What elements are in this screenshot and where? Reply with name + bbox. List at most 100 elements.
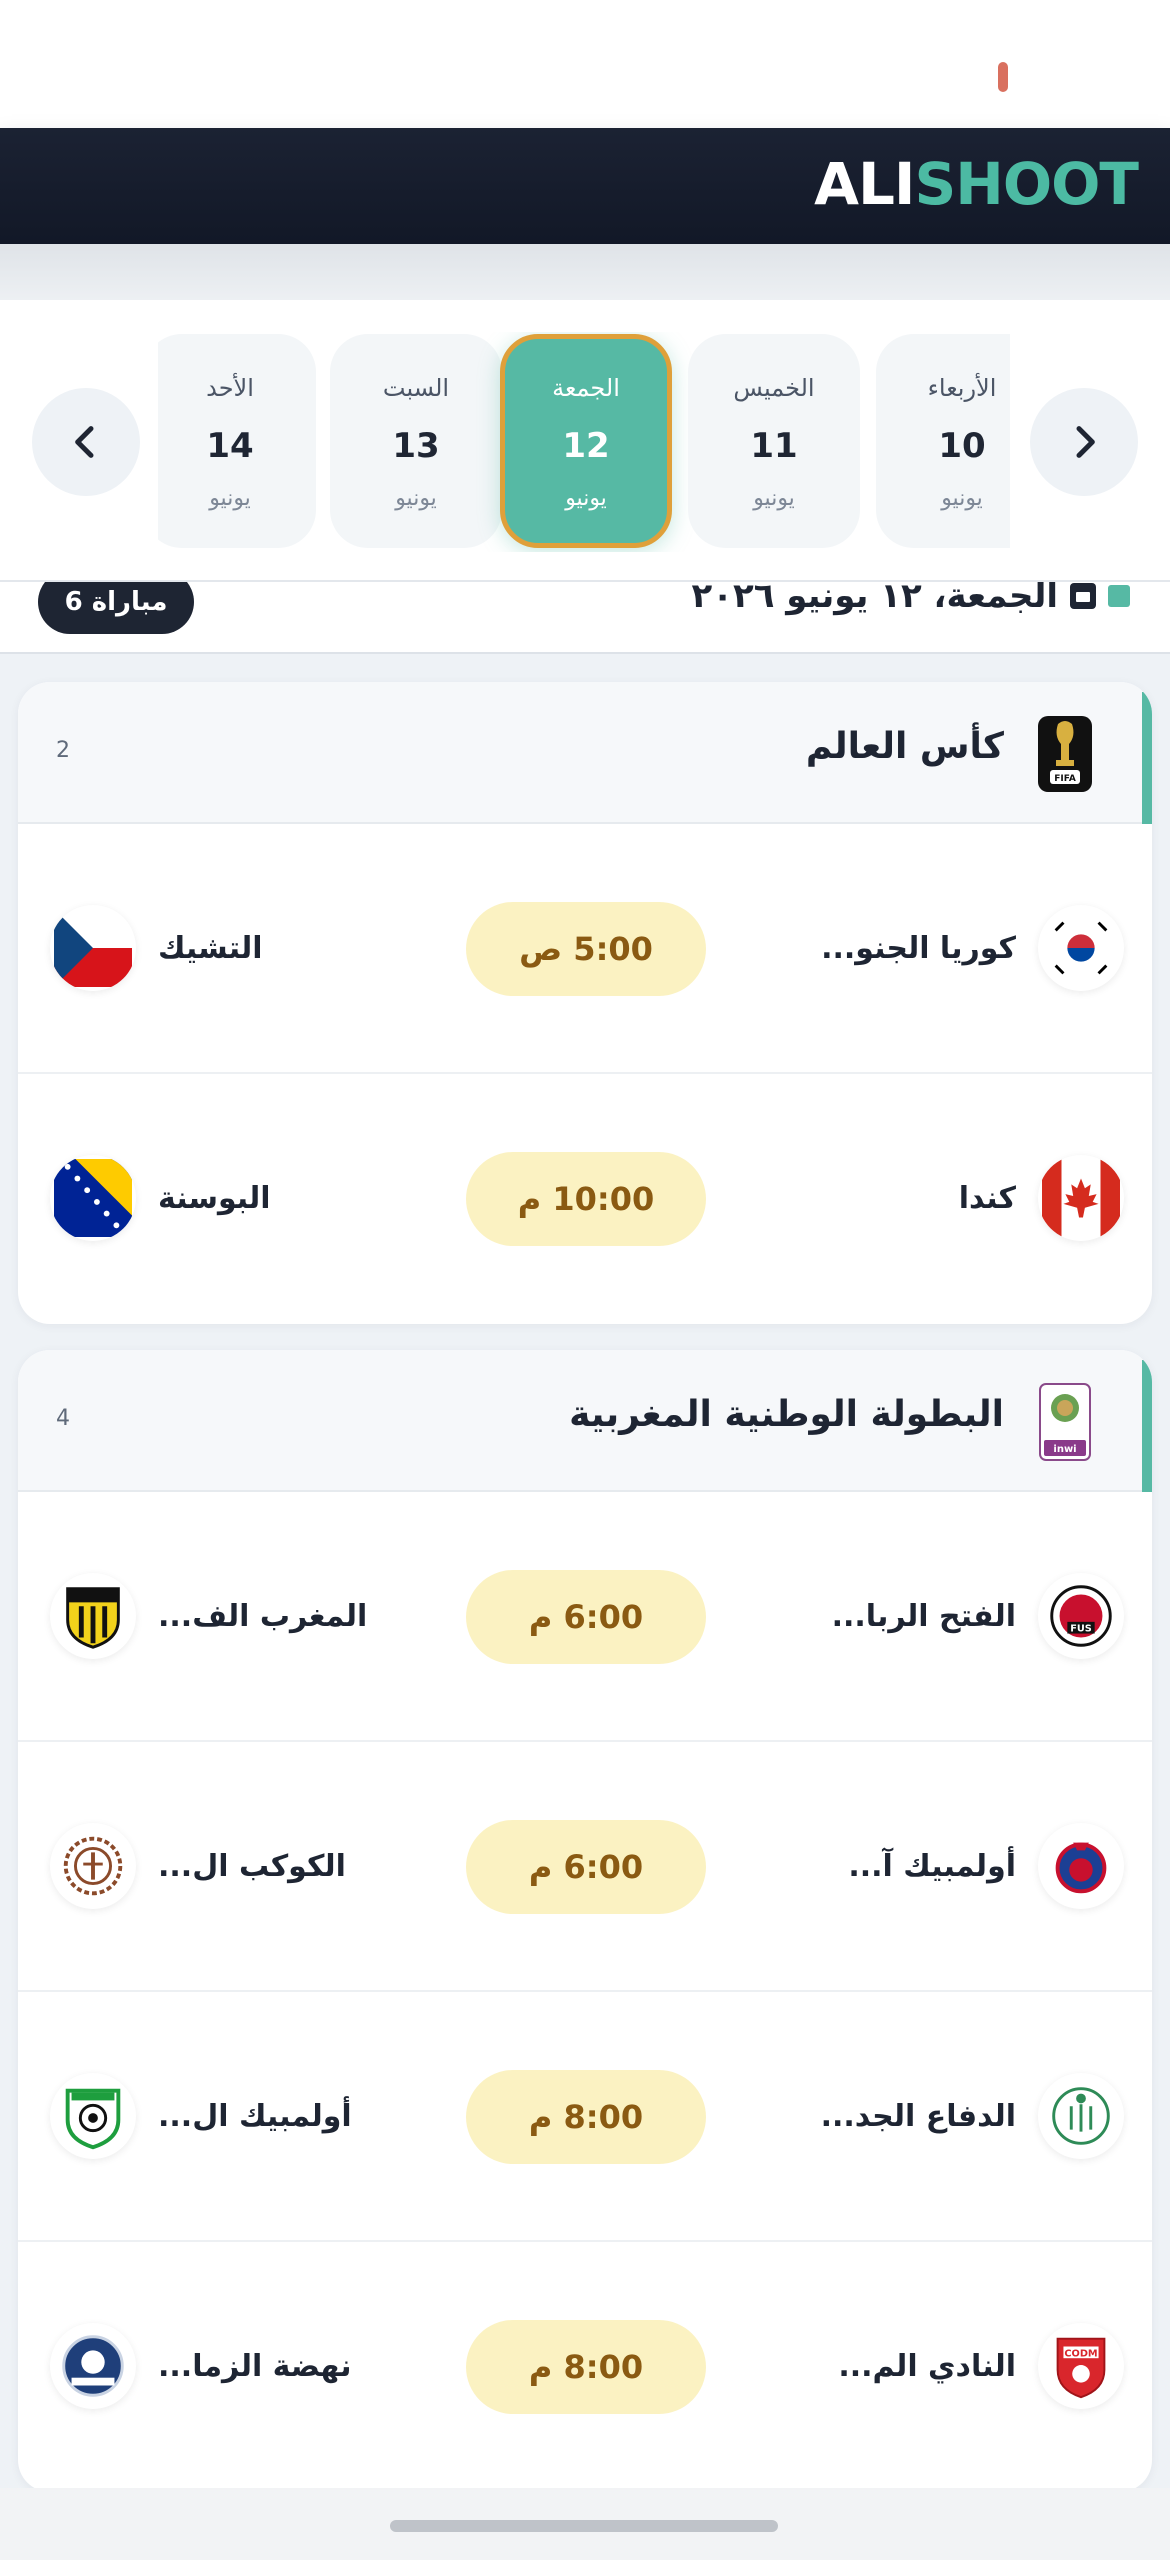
match-row[interactable]: الدفاع الجد... 8:00 م أولمبيك ال... (18, 1992, 1152, 2242)
day-sunday[interactable]: الأحد 14 يونيو (158, 334, 316, 548)
brand-logo[interactable]: ALISHOOT (814, 150, 1139, 218)
day-saturday[interactable]: السبت 13 يونيو (330, 334, 502, 548)
league-name: كأس العالم (805, 726, 1004, 767)
match-row[interactable]: أولمبيك آ... 6:00 م الكوكب ال... (18, 1742, 1152, 1992)
away-team: أولمبيك ال... (50, 2073, 352, 2159)
day-name: الجمعة (552, 374, 620, 402)
league-match-count: 4 (56, 1406, 70, 1431)
date-selector: الأحد 14 يونيو السبت 13 يونيو الجمعة 12 … (0, 300, 1170, 582)
away-team-name: أولمبيك ال... (158, 2098, 352, 2134)
maghreb-fes-crest-icon (50, 1573, 136, 1659)
match-time: 8:00 م (466, 2320, 706, 2414)
home-team: FUS الفتح الربا... (832, 1573, 1124, 1659)
away-team-name: نهضة الزما... (158, 2348, 352, 2384)
home-team-name: الدفاع الجد... (820, 2098, 1016, 2134)
match-row[interactable]: كندا 10:00 م البوسنة (18, 1074, 1152, 1324)
day-list: الأحد 14 يونيو السبت 13 يونيو الجمعة 12 … (158, 332, 1010, 552)
svg-text:FIFA: FIFA (1054, 774, 1076, 784)
day-month: يونيو (753, 486, 795, 511)
away-team: البوسنة (50, 1155, 271, 1241)
olympic-safi-crest-icon (1038, 1823, 1124, 1909)
codm-crest-icon: CODM (1038, 2323, 1124, 2409)
home-team: CODM النادي الم... (838, 2323, 1124, 2409)
home-team-name: كندا (958, 1180, 1016, 1216)
selected-date-label: الجمعة، ١٢ يونيو ٢٠٢٦ (691, 582, 1130, 616)
league-header[interactable]: inwi البطولة الوطنية المغربية 4 (18, 1350, 1152, 1492)
match-time: 6:00 م (466, 1820, 706, 1914)
day-month: يونيو (941, 486, 983, 511)
league-header[interactable]: FIFA كأس العالم 2 (18, 682, 1152, 824)
day-wednesday[interactable]: الأربعاء 10 يونيو (876, 334, 1010, 548)
home-team: أولمبيك آ... (848, 1823, 1124, 1909)
brand-part-ali: ALI (814, 150, 915, 218)
home-team-name: أولمبيك آ... (848, 1848, 1016, 1884)
svg-text:CODM: CODM (1064, 2348, 1097, 2359)
away-team-name: التشيك (158, 930, 263, 966)
away-team-name: البوسنة (158, 1180, 271, 1216)
app-header: ALISHOOT (0, 128, 1170, 244)
league-name: البطولة الوطنية المغربية (569, 1394, 1004, 1435)
day-name: السبت (382, 374, 450, 402)
match-time: 5:00 ص (466, 902, 706, 996)
home-team: كندا (959, 1155, 1124, 1241)
day-number: 14 (206, 426, 254, 466)
zemamra-crest-icon (50, 2323, 136, 2409)
status-area (0, 0, 1170, 128)
selected-date-text: الجمعة، ١٢ يونيو ٢٠٢٦ (691, 582, 1058, 616)
day-name: الخميس (733, 374, 815, 402)
svg-text:inwi: inwi (1053, 1444, 1076, 1455)
match-row[interactable]: CODM النادي الم... 8:00 م نهضة الزما... (18, 2242, 1152, 2492)
league-card-botola: inwi البطولة الوطنية المغربية 4 FUS الفت… (18, 1350, 1152, 2492)
brand-part-shoot: SHOOT (914, 150, 1139, 218)
home-team-name: النادي الم... (838, 2348, 1016, 2384)
home-team-name: كوريا الجنو... (821, 930, 1016, 966)
date-summary: الجمعة، ١٢ يونيو ٢٠٢٦ 6 مباراة (0, 582, 1170, 654)
match-row[interactable]: FUS الفتح الربا... 6:00 م المغرب الف... (18, 1492, 1152, 1742)
day-name: الأربعاء (927, 374, 997, 402)
match-count-badge: 6 مباراة (38, 582, 194, 634)
bosnia-flag-icon (50, 1155, 136, 1241)
away-team-name: الكوكب ال... (158, 1848, 346, 1884)
match-time: 8:00 م (466, 2070, 706, 2164)
fus-crest-icon: FUS (1038, 1573, 1124, 1659)
calendar-icon (1070, 583, 1096, 609)
status-indicator (998, 62, 1008, 92)
south-korea-flag-icon (1038, 905, 1124, 991)
next-dates-button[interactable] (1030, 388, 1138, 496)
home-indicator[interactable] (390, 2520, 778, 2532)
league-card-world-cup: FIFA كأس العالم 2 كوريا الجنو... 5:00 ص (18, 682, 1152, 1324)
previous-dates-button[interactable] (32, 388, 140, 496)
chevron-left-icon (75, 426, 94, 458)
day-friday-selected[interactable]: الجمعة 12 يونيو (500, 334, 672, 548)
day-month: يونيو (395, 486, 437, 511)
home-team: الدفاع الجد... (821, 2073, 1124, 2159)
away-team-name: المغرب الف... (158, 1598, 368, 1634)
header-shadow-band (0, 244, 1170, 300)
world-cup-icon: FIFA (1036, 714, 1094, 794)
olympic-dcheira-crest-icon (50, 2073, 136, 2159)
match-row[interactable]: كوريا الجنو... 5:00 ص التشيك (18, 824, 1152, 1074)
home-team: كوريا الجنو... (821, 905, 1124, 991)
match-time: 6:00 م (466, 1570, 706, 1664)
accent-square-icon (1108, 585, 1130, 607)
home-team-name: الفتح الربا... (831, 1598, 1016, 1634)
difaa-crest-icon (1038, 2073, 1124, 2159)
day-thursday[interactable]: الخميس 11 يونيو (688, 334, 860, 548)
canada-flag-icon (1038, 1155, 1124, 1241)
away-team: الكوكب ال... (50, 1823, 346, 1909)
away-team: المغرب الف... (50, 1573, 367, 1659)
match-time: 10:00 م (466, 1152, 706, 1246)
chevron-right-icon (1076, 426, 1095, 458)
day-name: الأحد (206, 374, 254, 402)
czech-flag-icon (50, 905, 136, 991)
day-number: 10 (938, 426, 986, 466)
day-month: يونيو (209, 486, 251, 511)
botola-icon: inwi (1036, 1382, 1094, 1462)
day-number: 13 (392, 426, 440, 466)
svg-text:FUS: FUS (1070, 1624, 1092, 1635)
away-team: التشيك (50, 905, 263, 991)
day-month: يونيو (565, 486, 607, 511)
bottom-bar (0, 2488, 1170, 2560)
day-number: 12 (562, 426, 610, 466)
kawkab-crest-icon (50, 1823, 136, 1909)
